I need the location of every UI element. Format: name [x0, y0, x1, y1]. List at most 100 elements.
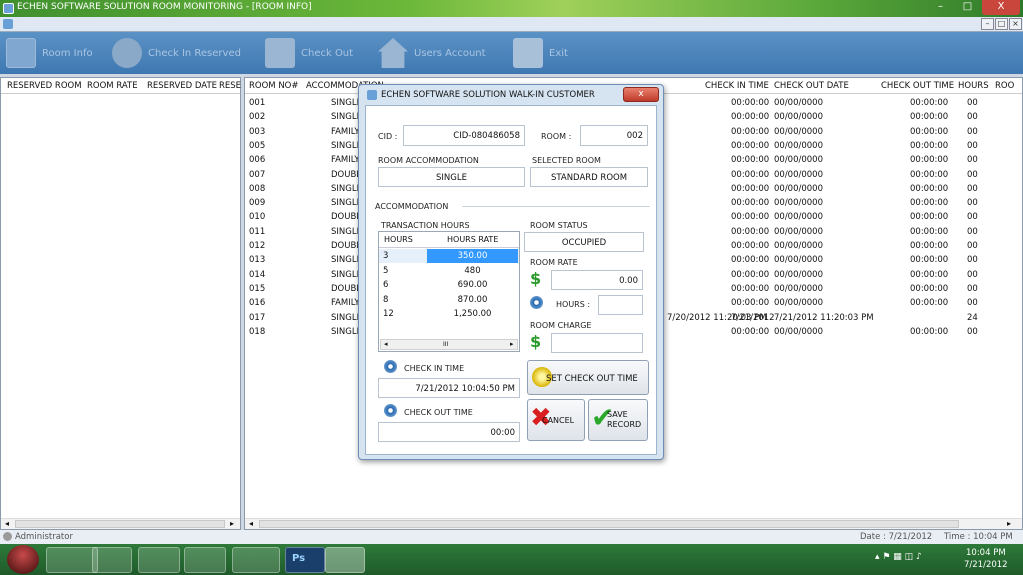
close-button[interactable]: X	[982, 0, 1020, 15]
person-icon	[112, 38, 142, 68]
col-check-out-time[interactable]: CHECK OUT TIME	[881, 81, 954, 91]
col-hours[interactable]: HOURS	[958, 81, 989, 91]
notes-taskbar-icon[interactable]	[232, 547, 280, 573]
reservations-hscroll[interactable]: ◂ ▸	[1, 518, 240, 529]
hours-hscroll[interactable]: ◂ III ▸	[380, 339, 518, 350]
app-taskbar-icon[interactable]	[184, 547, 226, 573]
col-check-out-date[interactable]: CHECK OUT DATE	[774, 81, 849, 91]
explorer-taskbar-icon[interactable]	[46, 547, 98, 573]
clock-time[interactable]: 10:04 PM	[966, 548, 1006, 558]
room-monitoring-taskbar-icon[interactable]	[325, 547, 365, 573]
media-taskbar-icon[interactable]	[92, 547, 132, 573]
scroll-grip[interactable]: III	[443, 341, 448, 348]
hours-cell: 00	[967, 155, 978, 166]
exit-button[interactable]: Exit	[513, 36, 568, 70]
clock-date[interactable]: 7/21/2012	[964, 560, 1008, 570]
col-roo[interactable]: ROO	[995, 81, 1014, 91]
hours-cell: 00	[967, 98, 978, 108]
hours-grid-row[interactable]: 3 350.00	[379, 249, 519, 263]
users-account-button[interactable]: Users Account	[378, 36, 486, 70]
scroll-thumb[interactable]	[15, 520, 225, 528]
check-in-time-cell: 00:00:00	[731, 198, 770, 209]
mdi-icon	[3, 19, 13, 29]
check-in-time-field[interactable]: 7/21/2012 10:04:50 PM	[378, 378, 520, 398]
check-out-time-cell: 00:00:00	[910, 269, 949, 280]
room-no-cell: 014	[249, 269, 266, 280]
set-checkout-time-button[interactable]: SET CHECK OUT TIME	[527, 360, 649, 395]
hours-rate-cell: 1,250.00	[453, 309, 492, 319]
scroll-left-icon[interactable]: ◂	[384, 340, 388, 348]
accommodation-group-label: ACCOMMODATION	[375, 202, 449, 211]
room-rate-label: ROOM RATE	[530, 258, 578, 267]
dollar-icon: $	[530, 269, 542, 288]
room-charge-field[interactable]	[551, 333, 643, 353]
ps-label: Ps	[292, 553, 306, 564]
dollar-icon: $	[530, 332, 542, 351]
room-rate-field[interactable]: 0.00	[551, 270, 643, 290]
scroll-left-icon[interactable]: ◂	[249, 519, 253, 528]
room-field[interactable]: 002	[580, 125, 648, 146]
check-out-time-cell: 00:00:00	[910, 198, 949, 209]
cid-field[interactable]: CID-080486058	[403, 125, 525, 146]
hours-col-header[interactable]: HOURS	[384, 235, 413, 244]
check-in-reserved-button[interactable]: Check In Reserved	[112, 36, 241, 70]
maximize-button[interactable]: □	[955, 0, 980, 15]
check-in-time-cell: 00:00:00	[731, 241, 770, 251]
tray-icons[interactable]: ▴ ⚑ ▦ ◫ ♪	[875, 552, 922, 562]
room-status-label: ROOM STATUS	[530, 221, 588, 230]
accommodation-cell: FAMILY	[331, 155, 360, 166]
room-info-button[interactable]: Room Info	[6, 36, 93, 70]
scroll-right-icon[interactable]: ▸	[230, 519, 234, 528]
mdi-restore-button[interactable]: □	[995, 18, 1008, 30]
check-out-date-cell: 00/00/0000	[774, 212, 823, 223]
monitor-icon	[6, 38, 36, 68]
walk-in-dialog: ECHEN SOFTWARE SOLUTION WALK-IN CUSTOMER…	[358, 84, 664, 460]
check-out-time-field[interactable]: 00:00	[378, 422, 520, 442]
check-out-button[interactable]: Check Out	[265, 36, 353, 70]
col-rese[interactable]: RESE	[219, 81, 241, 91]
check-in-time-cell: 00:00:00	[731, 155, 770, 166]
status-bar: Administrator Date : 7/21/2012 Time : 10…	[0, 530, 1023, 544]
start-button[interactable]	[7, 545, 39, 574]
selected-room-field[interactable]: STANDARD ROOM	[530, 167, 648, 187]
chrome-taskbar-icon[interactable]	[138, 547, 180, 573]
hours-grid-row[interactable]: 12 1,250.00	[379, 307, 519, 321]
save-record-button[interactable]: ✔ SAVE RECORD	[588, 399, 648, 441]
clock-icon	[384, 404, 397, 417]
room-no-cell: 012	[249, 241, 266, 251]
clock-icon	[384, 360, 397, 373]
scroll-right-icon[interactable]: ▸	[1007, 519, 1011, 528]
room-no-cell: 009	[249, 198, 266, 209]
hours-cell: 00	[967, 212, 978, 223]
minimize-button[interactable]: –	[928, 0, 953, 15]
reservations-header: RESERVED ROOM ROOM RATE RESERVED DATE RE…	[1, 78, 241, 94]
cancel-button[interactable]: ✖ CANCEL	[527, 399, 585, 441]
col-check-in-time[interactable]: CHECK IN TIME	[705, 81, 769, 91]
scroll-thumb[interactable]	[259, 520, 959, 528]
check-out-time-cell: 00:00:00	[910, 183, 949, 194]
dialog-close-button[interactable]: x	[623, 87, 659, 102]
scroll-left-icon[interactable]: ◂	[5, 519, 9, 528]
hours-cell: 00	[967, 326, 978, 337]
room-no-cell: 010	[249, 212, 266, 223]
hours-field[interactable]	[598, 295, 643, 315]
col-room-no[interactable]: ROOM NO#	[249, 81, 299, 91]
hours-grid-row[interactable]: 6 690.00	[379, 278, 519, 292]
hours-grid-row[interactable]: 8 870.00	[379, 293, 519, 307]
col-room-rate[interactable]: ROOM RATE	[87, 81, 138, 91]
col-reserved-room[interactable]: RESERVED ROOM	[7, 81, 82, 91]
col-reserved-date[interactable]: RESERVED DATE	[147, 81, 217, 91]
photoshop-taskbar-icon[interactable]: Ps	[285, 547, 325, 573]
hours-cell: 00	[967, 198, 978, 209]
room-accommodation-field[interactable]: SINGLE	[378, 167, 525, 187]
scroll-right-icon[interactable]: ▸	[510, 340, 514, 348]
hours-grid-row[interactable]: 5 480	[379, 264, 519, 278]
hours-cell: 6	[383, 280, 389, 290]
check-out-time-cell: 00:00:00	[910, 140, 949, 151]
mdi-close-button[interactable]: ×	[1009, 18, 1022, 30]
hours-rate-col-header[interactable]: HOURS RATE	[447, 235, 498, 244]
mdi-minimize-button[interactable]: –	[981, 18, 994, 30]
rooms-hscroll[interactable]: ◂ ▸	[245, 518, 1022, 529]
room-status-field[interactable]: OCCUPIED	[524, 232, 644, 252]
check-out-time-cell: 00:00:00	[910, 255, 949, 266]
